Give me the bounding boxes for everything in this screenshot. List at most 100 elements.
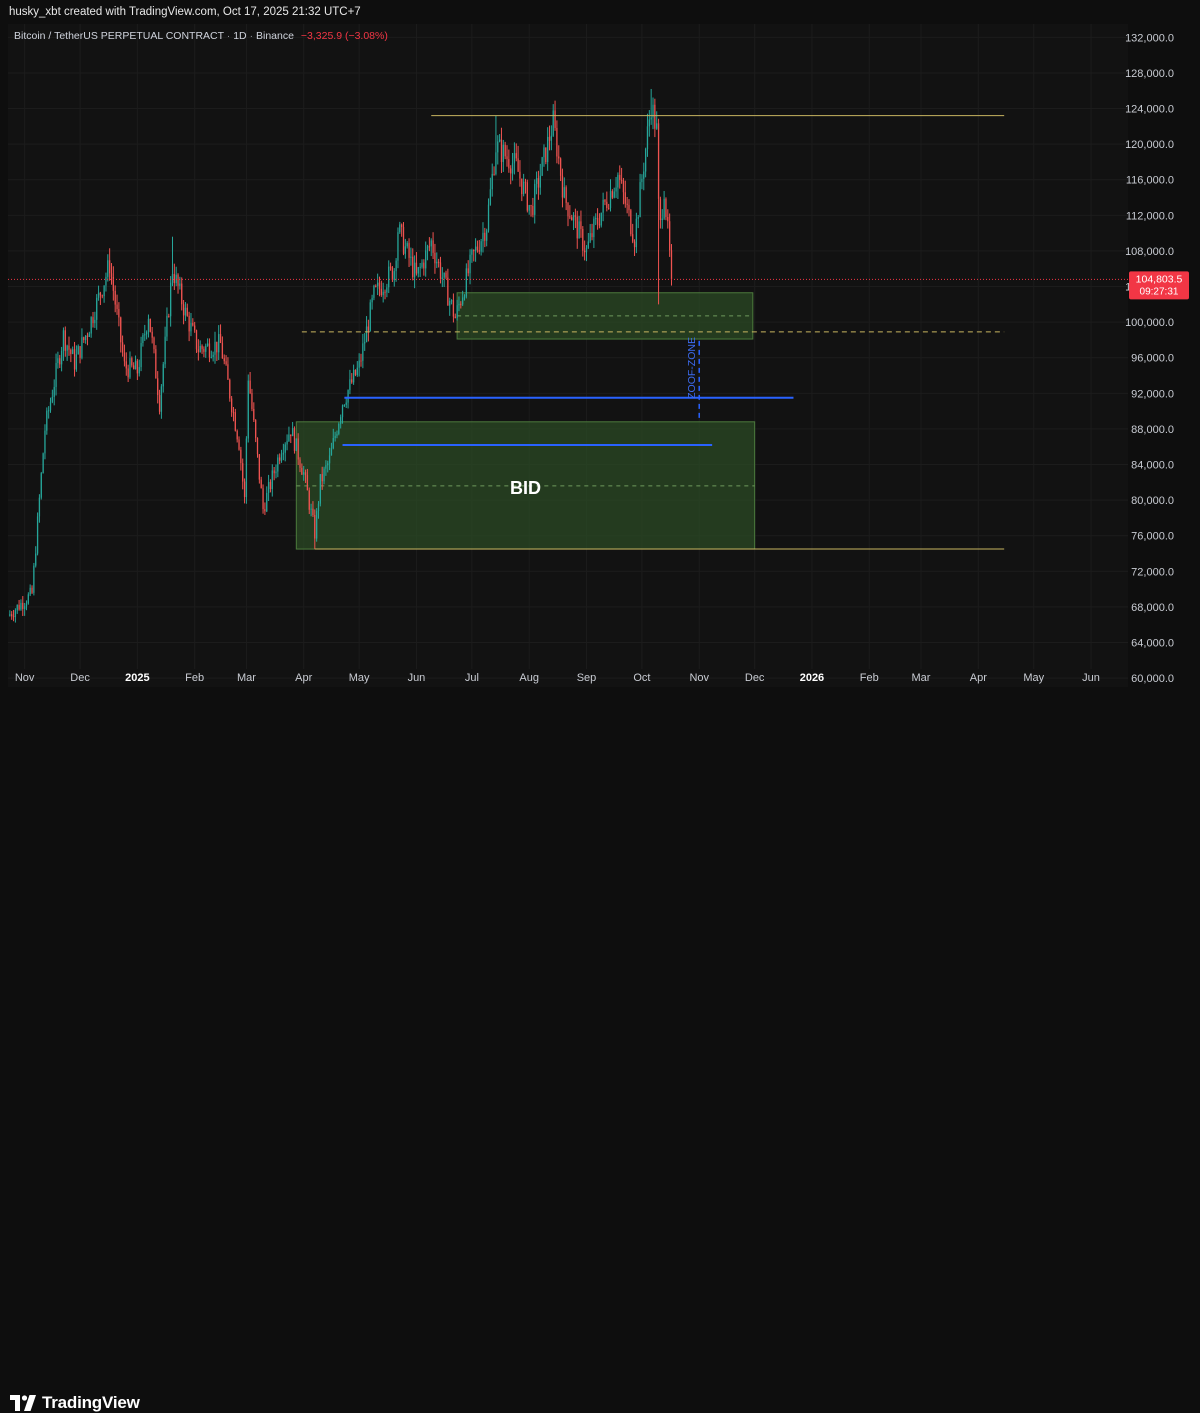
candle-body — [402, 226, 405, 254]
candle-body — [29, 587, 31, 595]
candle-body — [147, 318, 150, 333]
candle-body — [288, 434, 290, 442]
candle-body — [145, 332, 148, 335]
candle-body — [251, 393, 253, 409]
price-chart[interactable]: 132,000.0 128,000.0 124,000.0 120,000.0 116,… — [0, 0, 1200, 736]
candle-body — [77, 346, 79, 355]
candle-body — [665, 198, 667, 217]
footer: TradingView — [0, 690, 1200, 1412]
candle-body — [441, 277, 443, 279]
candle-body — [541, 157, 543, 176]
candle-body — [38, 497, 41, 517]
candle-body — [138, 367, 140, 374]
candle-body — [615, 187, 617, 192]
candle-body — [561, 175, 564, 198]
candle-body — [316, 510, 318, 539]
candle-body — [406, 243, 408, 247]
symbol-name[interactable]: Bitcoin / TetherUS PERPETUAL CONTRACT — [14, 30, 224, 42]
candle-body — [97, 292, 100, 298]
candle-body — [559, 158, 562, 176]
candle-body — [295, 438, 297, 451]
candle-body — [458, 303, 460, 306]
candle-body — [321, 474, 323, 482]
y-tick-label: 116,000.0 — [1126, 175, 1174, 187]
candle-body — [79, 346, 81, 358]
candle-body — [20, 602, 22, 610]
candle-body — [64, 330, 66, 351]
candle-body — [484, 232, 486, 241]
candle-body — [349, 379, 351, 391]
candle-body — [99, 292, 102, 296]
candle-body — [229, 379, 231, 399]
candle-body — [314, 515, 316, 539]
candle-body — [423, 262, 425, 269]
candle-body — [94, 319, 96, 324]
candle-body — [60, 350, 63, 365]
candle-body — [149, 318, 151, 332]
candle-body — [31, 587, 33, 593]
candle-body — [545, 147, 547, 163]
candle-body — [304, 472, 307, 476]
candle-body — [308, 490, 310, 510]
candle-body — [341, 405, 344, 418]
candle-body — [598, 223, 601, 226]
candle-body — [521, 178, 523, 195]
candle-body — [142, 334, 144, 344]
y-tick-label: 68,000.0 — [1131, 602, 1174, 614]
candle-body — [646, 126, 649, 150]
x-tick-label: Mar — [237, 672, 256, 684]
candle-body — [194, 325, 196, 331]
candle-body — [436, 261, 438, 264]
candle-body — [609, 191, 612, 209]
candle-body — [81, 337, 83, 358]
candle-body — [432, 240, 434, 253]
candle-body — [543, 147, 545, 158]
tradingview-logo[interactable]: TradingView — [10, 1393, 140, 1413]
candle-body — [449, 300, 451, 306]
candle-body — [567, 202, 569, 217]
candle-body — [245, 438, 248, 498]
candle-body — [40, 473, 42, 498]
candle-body — [105, 276, 107, 286]
candle-body — [487, 204, 490, 231]
candle-body — [118, 309, 120, 318]
candle-body — [168, 316, 170, 318]
candle-body — [591, 233, 593, 238]
y-tick-label: 124,000.0 — [1125, 104, 1174, 116]
candle-body — [624, 192, 626, 204]
candle-body — [650, 117, 652, 120]
candle-body — [382, 291, 384, 296]
candle-body — [378, 282, 381, 289]
candle-body — [155, 349, 157, 379]
candle-body — [343, 404, 346, 406]
candle-body — [171, 274, 174, 283]
x-tick-label: Feb — [185, 672, 204, 684]
candle-body — [386, 287, 388, 293]
timeframe[interactable]: 1D — [233, 30, 246, 42]
candle-body — [583, 250, 586, 253]
candle-body — [474, 246, 477, 252]
candle-body — [14, 610, 17, 618]
candle-body — [253, 408, 255, 421]
candle-body — [158, 395, 161, 412]
candle-body — [648, 119, 650, 127]
candle-body — [11, 614, 13, 617]
candle-body — [35, 553, 37, 566]
candle-body — [548, 136, 551, 141]
candle-body — [66, 345, 68, 351]
y-tick-label: 128,000.0 — [1125, 68, 1174, 80]
candle-body — [153, 337, 155, 350]
candle-body — [273, 470, 275, 474]
candle-body — [107, 260, 109, 277]
candle-body — [517, 158, 519, 172]
candle-body — [608, 208, 610, 210]
bar-countdown: 09:27:31 — [1140, 286, 1179, 297]
candle-body — [319, 474, 321, 504]
candle-body — [12, 616, 15, 618]
candle-body — [123, 352, 126, 362]
candle-body — [332, 438, 334, 449]
candle-body — [558, 156, 560, 159]
candle-body — [90, 317, 92, 334]
candle-body — [578, 221, 580, 239]
candle-body — [75, 354, 78, 370]
